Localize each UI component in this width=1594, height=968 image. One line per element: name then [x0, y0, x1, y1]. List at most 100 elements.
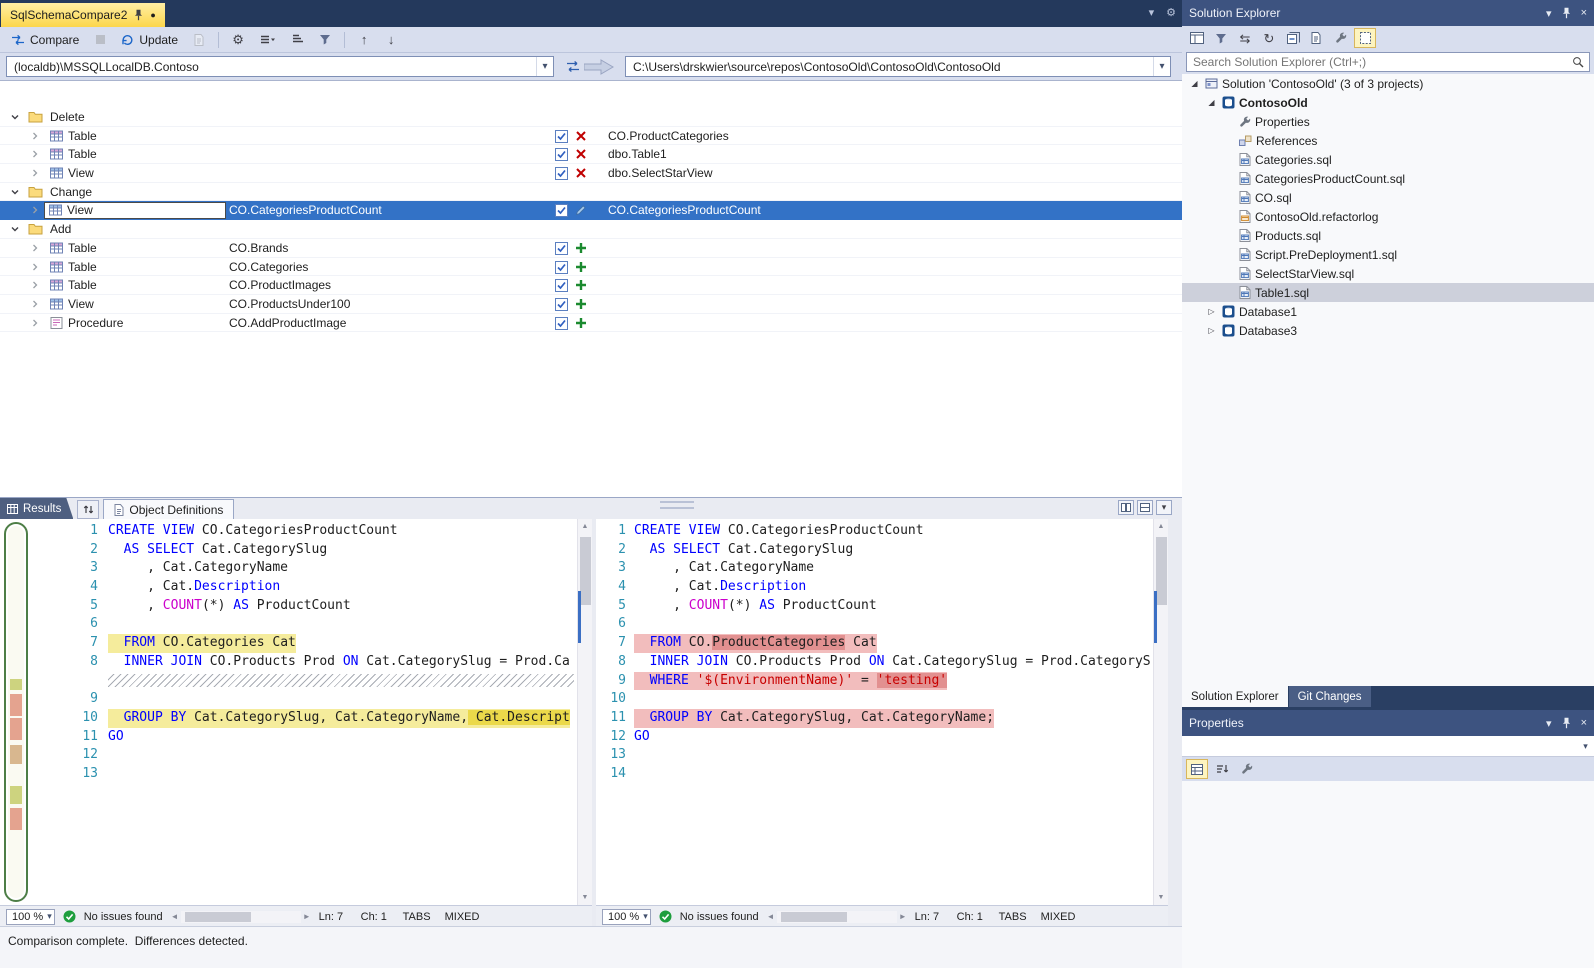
- group-row-change[interactable]: Change: [0, 183, 1182, 202]
- search-icon[interactable]: [1572, 56, 1584, 68]
- next-difference-button[interactable]: ↓: [379, 29, 403, 51]
- include-checkbox[interactable]: [555, 279, 568, 292]
- pin-icon[interactable]: [1562, 717, 1571, 729]
- tree-item-categories-sql[interactable]: Categories.sql: [1182, 150, 1594, 169]
- filter-dropdown-button[interactable]: [1210, 28, 1232, 48]
- categorized-button[interactable]: [1186, 759, 1208, 779]
- target-code-editor[interactable]: 1CREATE VIEW CO.CategoriesProductCount2 …: [596, 522, 1152, 905]
- tree-item-selectstarview-sql[interactable]: SelectStarView.sql: [1182, 264, 1594, 283]
- tree-item-script-predeployment1-sql[interactable]: Script.PreDeployment1.sql: [1182, 245, 1594, 264]
- zoom-level-select[interactable]: 100 % ▾: [602, 909, 651, 925]
- horizontal-scrollbar[interactable]: ◄ ►: [767, 910, 907, 924]
- preview-selected-items-button[interactable]: [1306, 28, 1328, 48]
- source-definition-pane[interactable]: 1CREATE VIEW CO.CategoriesProductCount2 …: [0, 519, 592, 905]
- switch-source-target-button[interactable]: [565, 60, 581, 73]
- tab-solution-explorer[interactable]: Solution Explorer: [1182, 686, 1288, 707]
- scroll-left-arrow[interactable]: ◄: [171, 912, 179, 921]
- include-checkbox[interactable]: [555, 242, 568, 255]
- compare-button[interactable]: Compare: [5, 29, 85, 51]
- object-row-co-productsunder100[interactable]: ViewCO.ProductsUnder100: [0, 295, 1182, 314]
- view-filter-dropd[interactable]: [253, 29, 283, 51]
- collapsed-arrow-icon[interactable]: ▷: [1205, 307, 1218, 316]
- object-row-co-productimages[interactable]: TableCO.ProductImages: [0, 276, 1182, 295]
- inline-view-button[interactable]: [1137, 500, 1153, 515]
- properties-object-combo[interactable]: ▾: [1182, 736, 1594, 757]
- sort-results-button[interactable]: [77, 500, 99, 519]
- pin-icon[interactable]: [134, 9, 143, 21]
- scroll-track[interactable]: [181, 911, 301, 923]
- source-code-editor[interactable]: 1CREATE VIEW CO.CategoriesProductCount2 …: [32, 522, 576, 905]
- vertical-scrollbar[interactable]: ▲ ▼: [577, 519, 592, 905]
- scroll-track[interactable]: [777, 911, 897, 923]
- scroll-down-arrow[interactable]: ▼: [578, 890, 592, 905]
- tree-item-references[interactable]: References: [1182, 131, 1594, 150]
- expanded-arrow-icon[interactable]: ◢: [1188, 79, 1201, 88]
- include-checkbox[interactable]: [555, 148, 568, 161]
- source-database-combo[interactable]: (localdb)\MSSQLLocalDB.Contoso ▾: [6, 56, 554, 77]
- chevron-down-icon[interactable]: ▾: [1546, 7, 1552, 20]
- tab-list-dropdown-icon[interactable]: ▾: [1149, 6, 1155, 19]
- object-definitions-tab[interactable]: Object Definitions: [103, 499, 234, 519]
- show-all-files-button[interactable]: [1354, 28, 1376, 48]
- object-row-co-brands[interactable]: TableCO.Brands: [0, 239, 1182, 258]
- collapsed-arrow-icon[interactable]: ▷: [1205, 326, 1218, 335]
- alphabetical-sort-button[interactable]: [1211, 759, 1233, 779]
- scroll-thumb[interactable]: [781, 912, 847, 922]
- search-input[interactable]: [1186, 52, 1590, 72]
- tree-item-properties[interactable]: Properties: [1182, 112, 1594, 131]
- focused-type-cell[interactable]: View: [44, 202, 226, 219]
- include-checkbox[interactable]: [555, 167, 568, 180]
- tree-item-database3[interactable]: ▷Database3: [1182, 321, 1594, 340]
- tree-item-table1-sql[interactable]: Table1.sql: [1182, 283, 1594, 302]
- zoom-level-select[interactable]: 100 % ▾: [6, 909, 55, 925]
- object-row-co-addproductimage[interactable]: ProcedureCO.AddProductImage: [0, 314, 1182, 333]
- document-tab[interactable]: SqlSchemaCompare2 ●: [1, 3, 165, 27]
- target-definition-pane[interactable]: 1CREATE VIEW CO.CategoriesProductCount2 …: [596, 519, 1168, 905]
- object-row-co-categories[interactable]: TableCO.Categories: [0, 258, 1182, 277]
- collapse-all-button[interactable]: [1282, 28, 1304, 48]
- property-pages-button[interactable]: [1236, 759, 1258, 779]
- sort-button[interactable]: [286, 29, 310, 51]
- scroll-thumb[interactable]: [185, 912, 251, 922]
- sync-with-active-document-button[interactable]: ⇆: [1234, 28, 1256, 48]
- object-row-dbo-selectstarview[interactable]: Viewdbo.SelectStarView: [0, 164, 1182, 183]
- tree-item-categoriesproductcount-sql[interactable]: CategoriesProductCount.sql: [1182, 169, 1594, 188]
- chevron-down-icon[interactable]: ▾: [1546, 717, 1552, 730]
- results-tab[interactable]: Results: [0, 498, 73, 519]
- properties-header[interactable]: Properties ▾ ×: [1182, 710, 1594, 736]
- tree-item-co-sql[interactable]: CO.sql: [1182, 188, 1594, 207]
- tree-item-database1[interactable]: ▷Database1: [1182, 302, 1594, 321]
- splitter-grip[interactable]: [660, 501, 694, 509]
- scroll-right-arrow[interactable]: ►: [899, 912, 907, 921]
- tab-git-changes[interactable]: Git Changes: [1289, 686, 1371, 707]
- include-checkbox[interactable]: [555, 130, 568, 143]
- scroll-down-arrow[interactable]: ▼: [1154, 890, 1168, 905]
- include-checkbox[interactable]: [555, 298, 568, 311]
- tree-item-contosoold-refactorlog[interactable]: ContosoOld.refactorlog: [1182, 207, 1594, 226]
- scroll-up-arrow[interactable]: ▲: [578, 519, 592, 534]
- scroll-thumb[interactable]: [580, 537, 591, 605]
- expanded-arrow-icon[interactable]: ◢: [1205, 98, 1218, 107]
- scroll-up-arrow[interactable]: ▲: [1154, 519, 1168, 534]
- diff-overview-map[interactable]: [4, 522, 28, 902]
- include-checkbox[interactable]: [555, 317, 568, 330]
- tree-item-solution-contosoold-3-of-3-projects[interactable]: ◢Solution 'ContosoOld' (3 of 3 projects): [1182, 74, 1594, 93]
- pin-icon[interactable]: [1562, 7, 1571, 19]
- window-options-icon[interactable]: ⚙: [1166, 6, 1176, 19]
- close-icon[interactable]: ×: [1581, 717, 1587, 729]
- scroll-left-arrow[interactable]: ◄: [767, 912, 775, 921]
- group-row-delete[interactable]: Delete: [0, 108, 1182, 127]
- object-row-co-categoriesproductcount[interactable]: ViewCO.CategoriesProductCountCO.Categori…: [0, 201, 1182, 220]
- view-options-dropdown[interactable]: ▾: [1156, 500, 1172, 515]
- solution-explorer-header[interactable]: Solution Explorer ▾ ×: [1182, 0, 1594, 26]
- update-button[interactable]: Update: [115, 29, 184, 51]
- include-checkbox[interactable]: [555, 204, 568, 217]
- include-checkbox[interactable]: [555, 261, 568, 274]
- scroll-right-arrow[interactable]: ►: [303, 912, 311, 921]
- vertical-scrollbar[interactable]: ▲ ▼: [1153, 519, 1168, 905]
- scroll-thumb[interactable]: [1156, 537, 1167, 605]
- filter-button[interactable]: [313, 29, 337, 51]
- group-row-add[interactable]: Add: [0, 220, 1182, 239]
- target-project-combo[interactable]: C:\Users\drskwier\source\repos\ContosoOl…: [625, 56, 1171, 77]
- options-button[interactable]: ⚙: [226, 29, 250, 51]
